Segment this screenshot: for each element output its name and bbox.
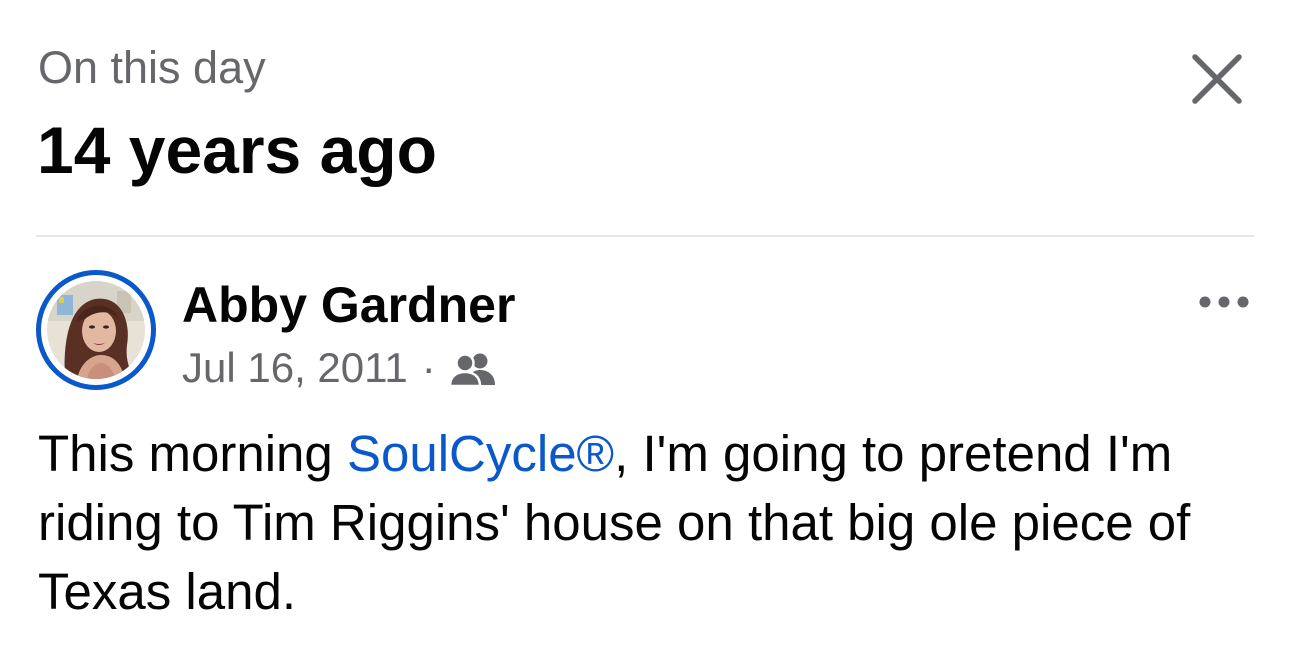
close-icon: [1192, 54, 1242, 104]
post-date[interactable]: Jul 16, 2011: [182, 342, 408, 394]
close-button[interactable]: [1182, 44, 1252, 114]
meta-separator: ·: [421, 344, 436, 391]
header-subtitle: On this day: [38, 42, 266, 93]
soulcycle-link[interactable]: SoulCycle®: [347, 425, 614, 482]
header-divider: [36, 235, 1254, 237]
post-text: This morning SoulCycle®, I'm going to pr…: [38, 419, 1268, 626]
more-options-icon: [1199, 296, 1249, 308]
page-title: 14 years ago: [37, 113, 437, 187]
friends-icon: [449, 351, 496, 387]
author-name[interactable]: Abby Gardner: [182, 276, 515, 334]
post-meta: Jul 16, 2011 ·: [182, 342, 496, 394]
avatar[interactable]: [36, 270, 156, 390]
post-text-before: This morning: [38, 425, 347, 482]
more-options-button[interactable]: [1196, 287, 1252, 317]
avatar-photo: [47, 281, 145, 379]
